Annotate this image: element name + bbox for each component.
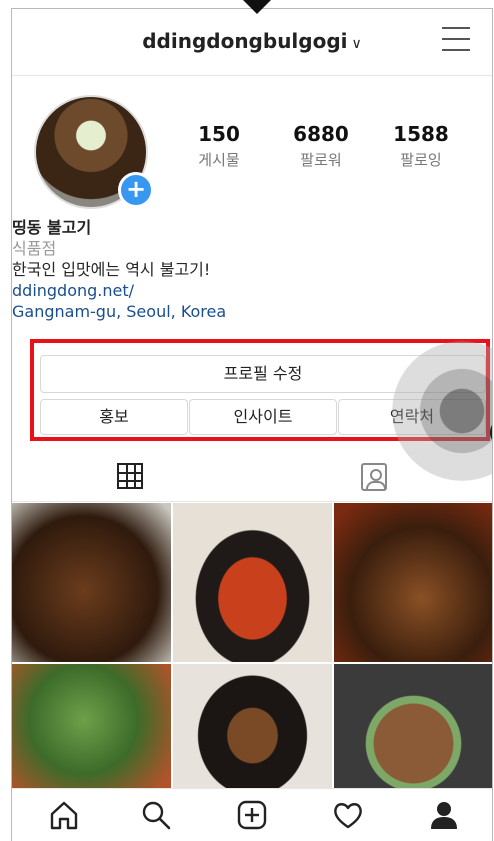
profile-icon[interactable] bbox=[428, 799, 460, 831]
post-thumbnail[interactable] bbox=[12, 503, 171, 662]
add-story-icon[interactable]: + bbox=[118, 172, 154, 208]
posts-count: 150 bbox=[198, 122, 240, 146]
grid-icon[interactable] bbox=[117, 463, 143, 489]
followers-label: 팔로워 bbox=[300, 151, 342, 169]
search-icon[interactable] bbox=[140, 799, 172, 831]
heart-icon[interactable] bbox=[332, 799, 364, 831]
profile-name: 띵동 불고기 bbox=[12, 218, 92, 237]
profile-category: 식품점 bbox=[12, 239, 57, 258]
posts-stat[interactable]: 150 게시물 bbox=[179, 122, 259, 170]
following-label: 팔로잉 bbox=[400, 151, 442, 169]
location-link[interactable]: Gangnam-gu, Seoul, Korea bbox=[12, 301, 472, 322]
username-switcher[interactable]: ddingdongbulgogi ∨ bbox=[12, 29, 492, 53]
posts-label: 게시물 bbox=[198, 151, 240, 169]
profile-bio: 띵동 불고기 식품점 한국인 입맛에는 역시 불고기! ddingdong.ne… bbox=[12, 217, 472, 322]
website-link[interactable]: ddingdong.net/ bbox=[12, 280, 472, 301]
tagged-icon[interactable] bbox=[361, 463, 387, 491]
profile-header: ddingdongbulgogi ∨ bbox=[12, 9, 492, 76]
menu-icon[interactable] bbox=[442, 27, 470, 53]
following-stat[interactable]: 1588 팔로잉 bbox=[381, 122, 461, 170]
followers-count: 6880 bbox=[293, 122, 349, 146]
phone-screen: ddingdongbulgogi ∨ + 150 게시물 6880 팔로워 158… bbox=[11, 8, 493, 841]
pointer-arrow-icon bbox=[243, 0, 271, 14]
home-icon[interactable] bbox=[48, 799, 80, 831]
post-thumbnail[interactable] bbox=[334, 503, 492, 662]
bottom-nav bbox=[12, 788, 492, 841]
add-post-icon[interactable] bbox=[236, 799, 268, 831]
followers-stat[interactable]: 6880 팔로워 bbox=[281, 122, 361, 170]
bio-text: 한국인 입맛에는 역시 불고기! bbox=[12, 260, 211, 279]
username: ddingdongbulgogi bbox=[142, 29, 348, 53]
chevron-down-icon: ∨ bbox=[351, 36, 362, 52]
post-thumbnail[interactable] bbox=[173, 503, 332, 662]
following-count: 1588 bbox=[393, 122, 449, 146]
